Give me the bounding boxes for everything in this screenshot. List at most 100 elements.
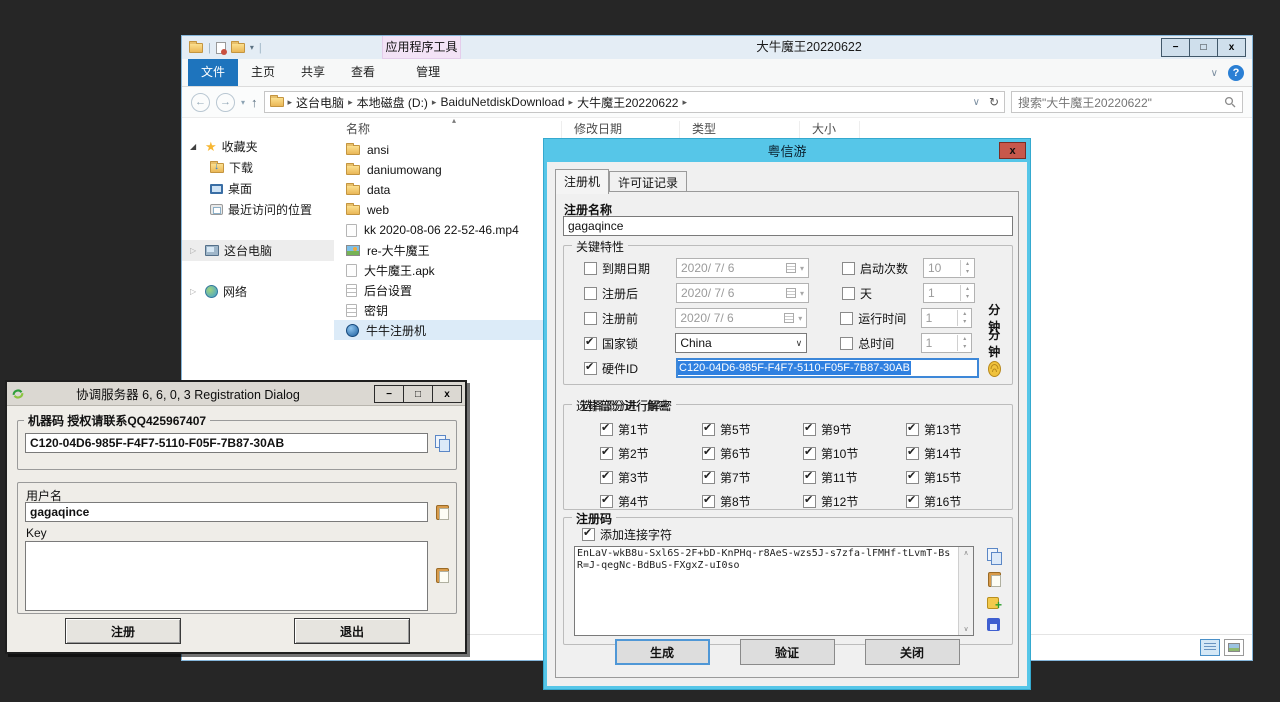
- qat-dropdown-icon[interactable]: ▾: [250, 43, 254, 52]
- breadcrumb-local-disk[interactable]: 本地磁盘 (D:): [357, 94, 428, 111]
- spinner-arrows-icon[interactable]: ▴▾: [957, 335, 971, 352]
- file-row[interactable]: 大牛魔王.apk: [334, 260, 562, 280]
- spinner-arrows-icon[interactable]: ▴▾: [960, 285, 974, 302]
- section-10-checkbox[interactable]: [803, 447, 816, 460]
- file-row[interactable]: kk 2020-08-06 22-52-46.mp4: [334, 220, 562, 240]
- add-key-icon[interactable]: [986, 594, 1002, 610]
- expander-icon[interactable]: ◢: [190, 142, 200, 151]
- section-9-checkbox[interactable]: [803, 423, 816, 436]
- hardware-id-field[interactable]: C120-04D6-985F-F4F7-5110-F05F-7B87-30AB: [676, 358, 979, 378]
- paste-icon[interactable]: [986, 571, 1002, 587]
- minimize-button[interactable]: −: [374, 385, 404, 403]
- address-dropdown-icon[interactable]: ∨: [973, 97, 980, 108]
- column-header-type[interactable]: 类型: [680, 121, 800, 138]
- dropdown-icon[interactable]: ▾: [798, 314, 802, 323]
- up-icon[interactable]: ↑: [251, 95, 258, 110]
- close-button[interactable]: x: [432, 385, 462, 403]
- add-connector-checkbox[interactable]: [582, 528, 595, 541]
- section-14-checkbox[interactable]: [906, 447, 919, 460]
- section-15-checkbox[interactable]: [906, 471, 919, 484]
- hardware-id-checkbox[interactable]: [584, 362, 597, 375]
- column-header-name[interactable]: 名称: [334, 121, 562, 138]
- sidebar-item-this-pc[interactable]: ▷ 这台电脑: [182, 240, 334, 261]
- column-header-date-modified[interactable]: 修改日期: [562, 121, 680, 138]
- section-13-checkbox[interactable]: [906, 423, 919, 436]
- days-spinner[interactable]: 1 ▴▾: [923, 283, 975, 303]
- maximize-button[interactable]: □: [1189, 38, 1218, 57]
- file-row[interactable]: data: [334, 180, 562, 200]
- sidebar-item-desktop[interactable]: 桌面: [182, 178, 334, 199]
- copy-icon[interactable]: [986, 548, 1002, 564]
- username-field[interactable]: gagaqince: [25, 502, 428, 522]
- after-registration-date-picker[interactable]: 2020/ 7/ 6 ▾: [676, 283, 809, 303]
- fingerprint-icon[interactable]: [987, 360, 1002, 377]
- new-folder-icon[interactable]: [231, 43, 245, 53]
- verify-button[interactable]: 验证: [740, 639, 835, 665]
- before-registration-checkbox[interactable]: [584, 312, 597, 325]
- section-12-checkbox[interactable]: [803, 495, 816, 508]
- section-5-checkbox[interactable]: [702, 423, 715, 436]
- country-lock-checkbox[interactable]: [584, 337, 597, 350]
- file-row[interactable]: web: [334, 200, 562, 220]
- properties-icon[interactable]: [216, 42, 226, 54]
- section-11-checkbox[interactable]: [803, 471, 816, 484]
- minimize-button[interactable]: −: [1161, 38, 1190, 57]
- column-header-size[interactable]: 大小: [800, 121, 860, 138]
- app-tools-contextual-tab[interactable]: 应用程序工具: [382, 36, 461, 59]
- close-button[interactable]: x: [1217, 38, 1246, 57]
- refresh-icon[interactable]: ↻: [989, 95, 999, 109]
- scroll-up-icon[interactable]: ∧: [963, 549, 968, 557]
- section-2-checkbox[interactable]: [600, 447, 613, 460]
- section-8-checkbox[interactable]: [702, 495, 715, 508]
- total-time-checkbox[interactable]: [840, 337, 853, 350]
- file-row[interactable]: daniumowang: [334, 160, 562, 180]
- copy-icon[interactable]: [434, 435, 450, 451]
- sidebar-item-network[interactable]: ▷ 网络: [182, 281, 334, 302]
- dropdown-icon[interactable]: ▾: [800, 289, 804, 298]
- details-view-button[interactable]: [1200, 639, 1220, 656]
- file-row[interactable]: 后台设置: [334, 280, 562, 300]
- days-checkbox[interactable]: [842, 287, 855, 300]
- generate-button[interactable]: 生成: [615, 639, 710, 665]
- scrollbar[interactable]: ∧∨: [958, 547, 973, 635]
- save-icon[interactable]: [986, 617, 1002, 633]
- launch-count-spinner[interactable]: 10 ▴▾: [923, 258, 975, 278]
- section-4-checkbox[interactable]: [600, 495, 613, 508]
- recent-locations-dropdown-icon[interactable]: ▾: [241, 98, 245, 107]
- thumbnails-view-button[interactable]: [1224, 639, 1244, 656]
- minimize-ribbon-icon[interactable]: ∨: [1211, 68, 1218, 79]
- close-button[interactable]: x: [999, 142, 1026, 159]
- run-time-spinner[interactable]: 1 ▴▾: [921, 308, 973, 328]
- spinner-arrows-icon[interactable]: ▴▾: [960, 260, 974, 277]
- tab-share[interactable]: 共享: [288, 59, 338, 86]
- expiry-date-picker[interactable]: 2020/ 7/ 6 ▾: [676, 258, 809, 278]
- forward-icon[interactable]: →: [216, 93, 235, 112]
- dropdown-icon[interactable]: ∨: [796, 338, 803, 349]
- run-time-checkbox[interactable]: [840, 312, 853, 325]
- expander-icon[interactable]: ▷: [190, 287, 200, 296]
- tab-manage[interactable]: 管理: [403, 59, 453, 86]
- tab-keygen[interactable]: 注册机: [555, 169, 609, 194]
- breadcrumb[interactable]: ▸ 这台电脑 ▸ 本地磁盘 (D:) ▸ BaiduNetdiskDownloa…: [264, 91, 1005, 113]
- launch-count-checkbox[interactable]: [842, 262, 855, 275]
- sidebar-item-favorites[interactable]: ◢ ★ 收藏夹: [182, 136, 334, 157]
- registration-code-area[interactable]: EnLaV-wkB8u-Sxl6S-2F+bD-KnPHq-r8AeS-wzs5…: [574, 546, 974, 636]
- section-16-checkbox[interactable]: [906, 495, 919, 508]
- maximize-button[interactable]: □: [403, 385, 433, 403]
- search-input[interactable]: 搜索"大牛魔王20220622": [1011, 91, 1243, 113]
- key-field[interactable]: [25, 541, 428, 611]
- close-dialog-button[interactable]: 关闭: [865, 639, 960, 665]
- section-7-checkbox[interactable]: [702, 471, 715, 484]
- after-registration-checkbox[interactable]: [584, 287, 597, 300]
- machine-code-field[interactable]: C120-04D6-985F-F4F7-5110-F05F-7B87-30AB: [25, 433, 428, 453]
- back-icon[interactable]: ←: [191, 93, 210, 112]
- paste-icon[interactable]: [434, 504, 450, 520]
- section-3-checkbox[interactable]: [600, 471, 613, 484]
- help-icon[interactable]: ?: [1228, 65, 1244, 81]
- scroll-down-icon[interactable]: ∨: [963, 625, 968, 633]
- exit-button[interactable]: 退出: [294, 618, 410, 644]
- file-row-selected[interactable]: 牛牛注册机: [334, 320, 562, 340]
- expander-icon[interactable]: ▷: [190, 246, 200, 255]
- section-6-checkbox[interactable]: [702, 447, 715, 460]
- sidebar-item-downloads[interactable]: 下载: [182, 157, 334, 178]
